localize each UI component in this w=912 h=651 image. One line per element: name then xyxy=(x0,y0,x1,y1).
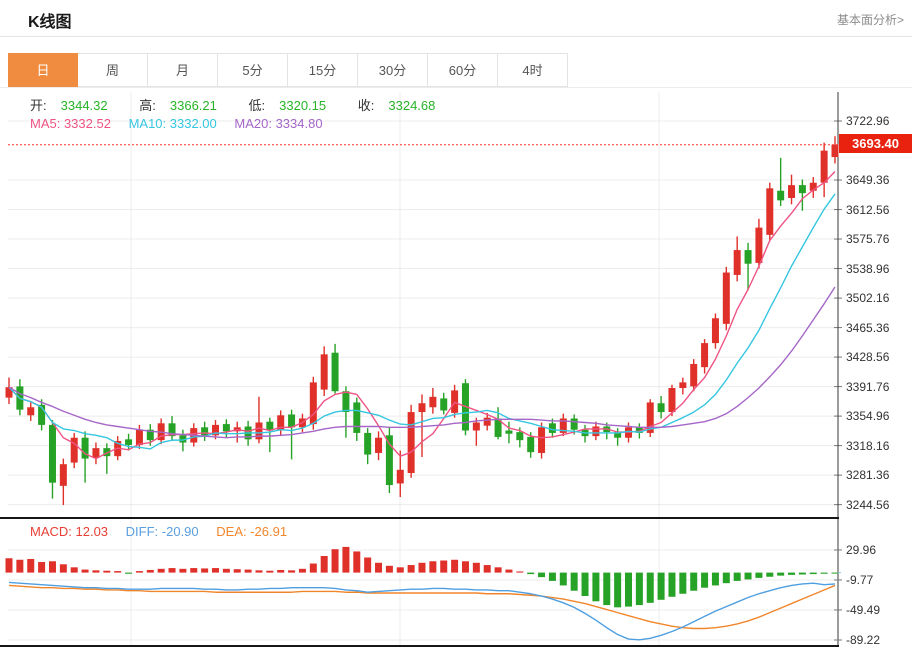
price-tick-label: 3575.76 xyxy=(846,232,889,246)
tab-60min[interactable]: 60分 xyxy=(428,53,498,87)
tab-5min[interactable]: 5分 xyxy=(218,53,288,87)
open-label: 开: xyxy=(30,98,47,113)
current-price-badge: 3693.40 xyxy=(839,134,912,153)
tab-week[interactable]: 周 xyxy=(78,53,148,87)
macd-tick-label: -49.49 xyxy=(846,603,880,617)
close-value: 3324.68 xyxy=(388,98,435,113)
ma20-value: MA20: 3334.80 xyxy=(234,116,322,131)
ohlc-row: 开: 3344.32 高: 3366.21 低: 3320.15 收: 3324.68 xyxy=(30,95,463,114)
tab-4hour[interactable]: 4时 xyxy=(498,53,568,87)
price-tick-label: 3318.16 xyxy=(846,439,889,453)
close-label: 收: xyxy=(358,98,375,113)
diff-value: DIFF: -20.90 xyxy=(126,524,199,539)
page-title: K线图 xyxy=(28,8,72,32)
ma-row: MA5: 3332.52 MA10: 3332.00 MA20: 3334.80 xyxy=(30,116,337,131)
tab-15min[interactable]: 15分 xyxy=(288,53,358,87)
macd-value: MACD: 12.03 xyxy=(30,524,108,539)
price-tick-label: 3465.36 xyxy=(846,321,889,335)
price-tick-label: 3612.56 xyxy=(846,203,889,217)
price-tick-label: 3244.56 xyxy=(846,498,889,512)
tab-day[interactable]: 日 xyxy=(8,53,78,87)
bottom-border xyxy=(0,645,839,647)
price-tick-label: 3538.96 xyxy=(846,262,889,276)
macd-tick-label: -89.22 xyxy=(846,633,880,647)
macd-tick-label: -9.77 xyxy=(846,573,873,587)
price-tick-label: 3722.96 xyxy=(846,114,889,128)
kline-app: K线图 基本面分析> 日 周 月 5分 15分 30分 60分 4时 开: 334… xyxy=(0,0,912,651)
macd-row: MACD: 12.03 DIFF: -20.90 DEA: -26.91 xyxy=(30,524,301,539)
open-value: 3344.32 xyxy=(61,98,108,113)
low-value: 3320.15 xyxy=(279,98,326,113)
tab-month[interactable]: 月 xyxy=(148,53,218,87)
title-divider xyxy=(0,36,912,37)
panel-divider xyxy=(0,517,839,519)
price-tick-label: 3502.16 xyxy=(846,291,889,305)
price-tick-label: 3428.56 xyxy=(846,350,889,364)
dea-value: DEA: -26.91 xyxy=(216,524,287,539)
fundamental-analysis-link[interactable]: 基本面分析> xyxy=(837,11,904,28)
price-tick-label: 3354.96 xyxy=(846,409,889,423)
tab-30min[interactable]: 30分 xyxy=(358,53,428,87)
high-label: 高: xyxy=(139,98,156,113)
low-label: 低: xyxy=(249,98,266,113)
price-tick-label: 3281.36 xyxy=(846,468,889,482)
price-chart-canvas[interactable] xyxy=(0,92,912,518)
ma10-value: MA10: 3332.00 xyxy=(129,116,217,131)
price-tick-label: 3391.76 xyxy=(846,380,889,394)
high-value: 3366.21 xyxy=(170,98,217,113)
tabbar-underline xyxy=(0,87,912,88)
interval-tabbar: 日 周 月 5分 15分 30分 60分 4时 xyxy=(8,53,568,87)
price-tick-label: 3649.36 xyxy=(846,173,889,187)
macd-tick-label: 29.96 xyxy=(846,543,876,557)
ma5-value: MA5: 3332.52 xyxy=(30,116,111,131)
